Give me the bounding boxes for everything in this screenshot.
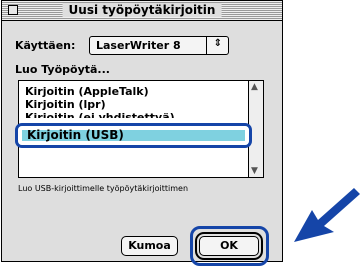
list-scrollbar[interactable]: ▲ ▼: [248, 81, 263, 177]
printer-driver-popup[interactable]: LaserWriter 8 ⇕: [89, 36, 229, 55]
dialog-title: Uusi työpöytäkirjoitin: [62, 3, 222, 17]
popup-value: LaserWriter 8: [96, 39, 181, 52]
close-box-icon[interactable]: [8, 5, 18, 15]
cancel-button[interactable]: Kumoa: [121, 236, 178, 256]
up-arrow-icon[interactable]: ▲: [251, 82, 258, 92]
down-arrow-icon[interactable]: ▼: [251, 166, 258, 176]
selected-list-item[interactable]: Kirjoitin (USB): [18, 126, 249, 145]
new-desktop-printer-dialog: Uusi työpöytäkirjoitin Käyttäen: LaserWr…: [1, 0, 283, 266]
ok-highlight-ring: [190, 226, 269, 266]
list-item[interactable]: Kirjoitin (AppleTalk): [25, 85, 149, 99]
using-label: Käyttäen:: [15, 39, 76, 52]
pointer-arrow-icon: [294, 188, 360, 242]
popup-divider: [206, 37, 207, 54]
list-item[interactable]: Kirjoitin (lpr): [25, 98, 106, 112]
description-text: Luo USB-kirjoittimelle työpöytäkirjoitti…: [18, 184, 189, 193]
create-label: Luo Työpöytä...: [15, 63, 110, 76]
list-item[interactable]: Kirjoitin (ei yhdistettyä): [25, 111, 175, 118]
selected-item-label: Kirjoitin (USB): [27, 128, 124, 142]
popup-arrows-icon: ⇕: [213, 38, 222, 49]
title-bar[interactable]: Uusi työpöytäkirjoitin: [2, 1, 282, 21]
